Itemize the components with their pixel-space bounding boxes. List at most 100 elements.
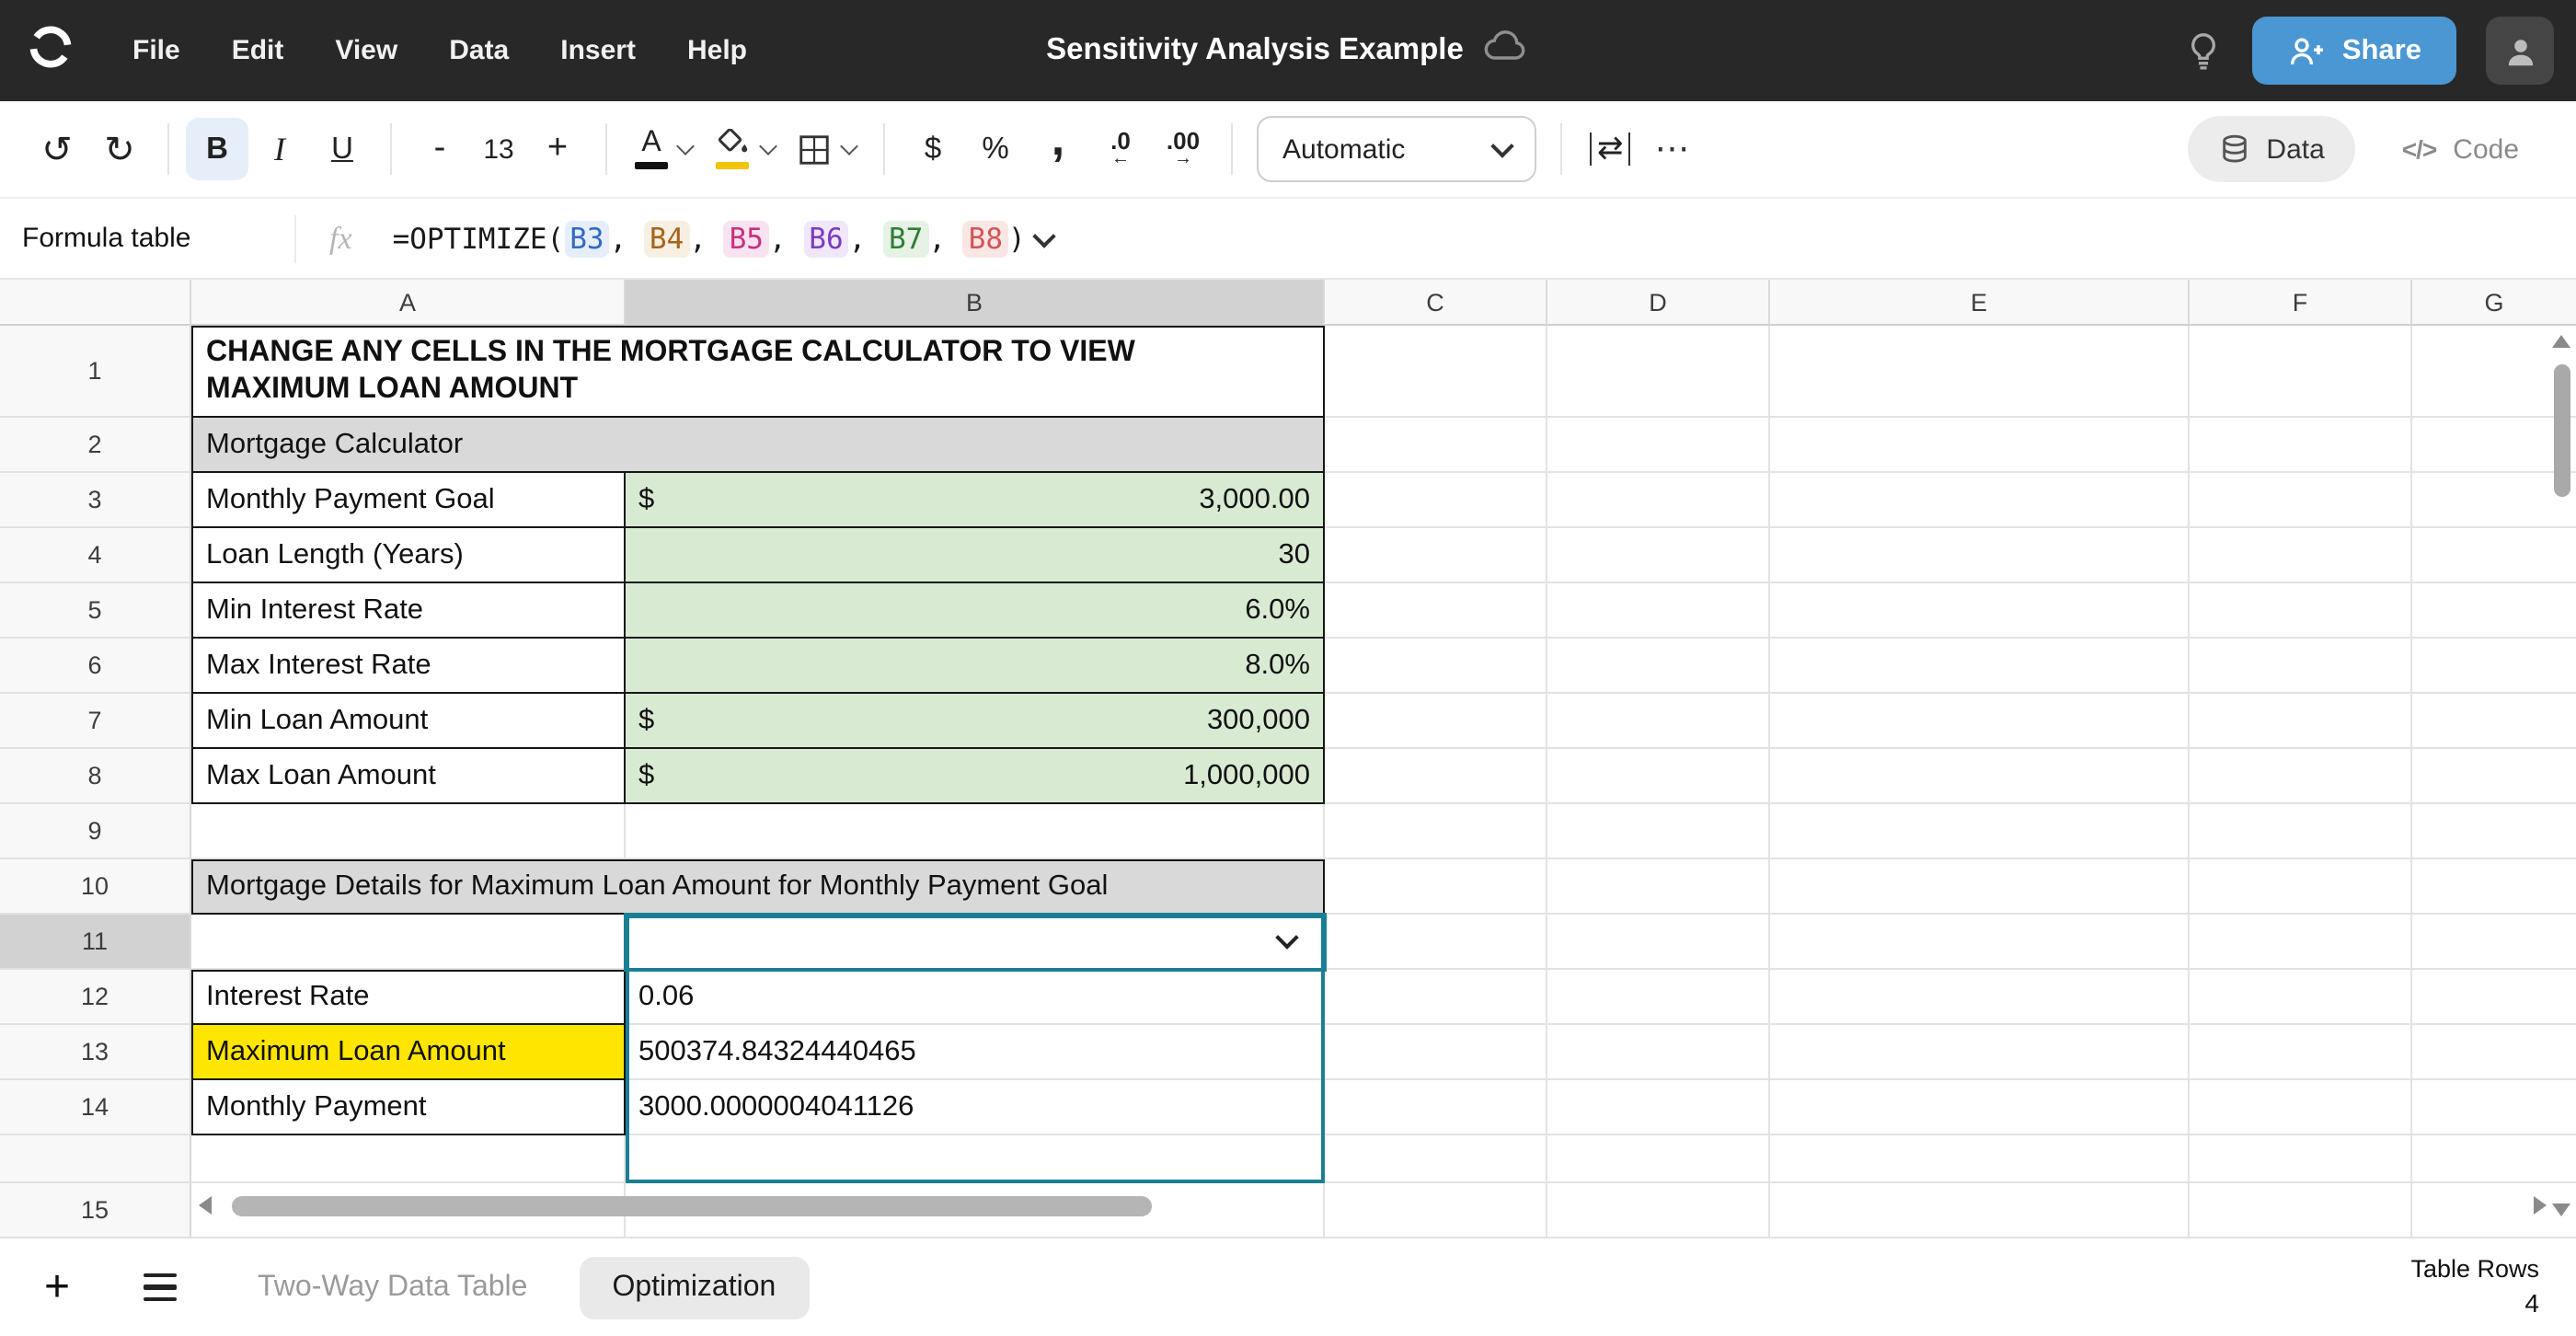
scroll-left-arrow[interactable] — [199, 1196, 212, 1215]
cell[interactable] — [1547, 1025, 1770, 1080]
cell-a13-label-highlighted[interactable]: Maximum Loan Amount — [191, 1025, 626, 1080]
cell[interactable] — [1770, 749, 2190, 804]
increase-decimal-button[interactable]: .00→ — [1152, 118, 1214, 180]
cell[interactable] — [2412, 639, 2576, 694]
cell[interactable] — [1770, 528, 2190, 583]
cell[interactable] — [2412, 1025, 2576, 1080]
account-avatar-button[interactable] — [2486, 17, 2554, 85]
cell[interactable] — [1325, 1025, 1547, 1080]
menu-insert[interactable]: Insert — [535, 35, 661, 66]
cell[interactable] — [1547, 749, 1770, 804]
vertical-scrollbar-thumb[interactable] — [2554, 364, 2570, 497]
cell[interactable] — [191, 1135, 626, 1183]
row-header-5[interactable]: 5 — [0, 583, 191, 639]
row-header-13[interactable]: 13 — [0, 1025, 191, 1080]
cell[interactable] — [1325, 418, 1547, 473]
cell[interactable] — [2190, 326, 2412, 418]
row-header-3[interactable]: 3 — [0, 473, 191, 528]
menu-help[interactable]: Help — [661, 35, 773, 66]
more-options-button[interactable]: ⋯ — [1642, 118, 1705, 180]
row-header-6[interactable]: 6 — [0, 639, 191, 694]
cell[interactable] — [2190, 1080, 2412, 1135]
cell[interactable] — [1325, 583, 1547, 639]
cell[interactable] — [2190, 583, 2412, 639]
scroll-up-arrow[interactable] — [2552, 335, 2570, 348]
cell[interactable] — [1547, 694, 1770, 749]
data-panel-button[interactable]: Data — [2187, 116, 2355, 182]
cell[interactable] — [2190, 528, 2412, 583]
percent-format-button[interactable]: % — [964, 118, 1027, 180]
column-header-a[interactable]: A — [191, 280, 626, 326]
increase-font-size-button[interactable]: + — [526, 118, 589, 180]
cell[interactable] — [1325, 326, 1547, 418]
cell-a14-label[interactable]: Monthly Payment — [191, 1080, 626, 1135]
cell[interactable] — [2412, 915, 2576, 970]
cell-b11-dropdown[interactable] — [626, 915, 1325, 970]
borders-button[interactable] — [786, 118, 867, 180]
cell[interactable] — [2190, 1135, 2412, 1183]
undo-button[interactable]: ↺ — [26, 118, 88, 180]
cell[interactable] — [1770, 1080, 2190, 1135]
cell-b6-value[interactable]: 8.0% — [626, 639, 1325, 694]
cell[interactable] — [191, 804, 626, 859]
cell-a10-section-header[interactable]: Mortgage Details for Maximum Loan Amount… — [191, 859, 1325, 915]
cell-a6-label[interactable]: Max Interest Rate — [191, 639, 626, 694]
cell[interactable] — [1547, 915, 1770, 970]
cell-b14-value[interactable]: 3000.0000004041126 — [626, 1080, 1325, 1135]
cell[interactable] — [1770, 473, 2190, 528]
formula-bar-expand-chevron[interactable] — [1033, 224, 1056, 247]
cell-b3-value[interactable]: $3,000.00 — [626, 473, 1325, 528]
scroll-down-arrow[interactable] — [2552, 1204, 2570, 1216]
cell-a8-label[interactable]: Max Loan Amount — [191, 749, 626, 804]
cell[interactable] — [1547, 639, 1770, 694]
menu-edit[interactable]: Edit — [206, 35, 310, 66]
cell[interactable] — [1547, 1080, 1770, 1135]
column-header-f[interactable]: F — [2190, 280, 2412, 326]
exchange-button[interactable]: ⇄ — [1579, 118, 1642, 180]
cell-b5-value[interactable]: 6.0% — [626, 583, 1325, 639]
app-logo[interactable] — [18, 19, 81, 82]
cell[interactable] — [1547, 473, 1770, 528]
cell-a12-label[interactable]: Interest Rate — [191, 970, 626, 1025]
column-header-e[interactable]: E — [1770, 280, 2190, 326]
cell-a7-label[interactable]: Min Loan Amount — [191, 694, 626, 749]
cell[interactable] — [1770, 859, 2190, 915]
row-header-2[interactable]: 2 — [0, 418, 191, 473]
cell-a11[interactable] — [191, 915, 626, 970]
add-sheet-button[interactable]: + — [29, 1261, 85, 1313]
cell-b4-value[interactable]: 30 — [626, 528, 1325, 583]
cell[interactable] — [2412, 970, 2576, 1025]
row-header-spacer[interactable] — [0, 1135, 191, 1183]
sheet-list-button[interactable] — [144, 1273, 177, 1300]
underline-button[interactable]: U — [311, 118, 374, 180]
cell[interactable] — [2190, 749, 2412, 804]
menu-file[interactable]: File — [107, 35, 206, 66]
cell[interactable] — [1770, 583, 2190, 639]
sheet-tab-optimization[interactable]: Optimization — [579, 1256, 809, 1319]
cell[interactable] — [2412, 528, 2576, 583]
cell-a2-section-header[interactable]: Mortgage Calculator — [191, 418, 1325, 473]
formula-input[interactable]: =OPTIMIZE(B3, B4, B5, B6, B7, B8) — [393, 220, 1026, 257]
cell[interactable] — [1770, 915, 2190, 970]
cell[interactable] — [1770, 326, 2190, 418]
dropdown-chevron-icon[interactable] — [1275, 926, 1298, 949]
cell[interactable] — [1770, 418, 2190, 473]
cell[interactable] — [1770, 970, 2190, 1025]
row-header-14[interactable]: 14 — [0, 1080, 191, 1135]
cell-a4-label[interactable]: Loan Length (Years) — [191, 528, 626, 583]
name-box[interactable]: Formula table — [18, 223, 294, 254]
number-format-select[interactable]: Automatic — [1257, 116, 1536, 182]
cell[interactable] — [2412, 473, 2576, 528]
cell[interactable] — [2412, 749, 2576, 804]
cell[interactable] — [626, 804, 1325, 859]
cell[interactable] — [1547, 1183, 1770, 1238]
bold-button[interactable]: B — [186, 118, 248, 180]
column-header-c[interactable]: C — [1325, 280, 1547, 326]
column-header-b[interactable]: B — [626, 280, 1325, 326]
cell[interactable] — [1770, 694, 2190, 749]
row-header-11[interactable]: 11 — [0, 915, 191, 970]
cell[interactable] — [1770, 804, 2190, 859]
cell-a5-label[interactable]: Min Interest Rate — [191, 583, 626, 639]
cell[interactable] — [2412, 583, 2576, 639]
cell[interactable] — [1325, 859, 1547, 915]
